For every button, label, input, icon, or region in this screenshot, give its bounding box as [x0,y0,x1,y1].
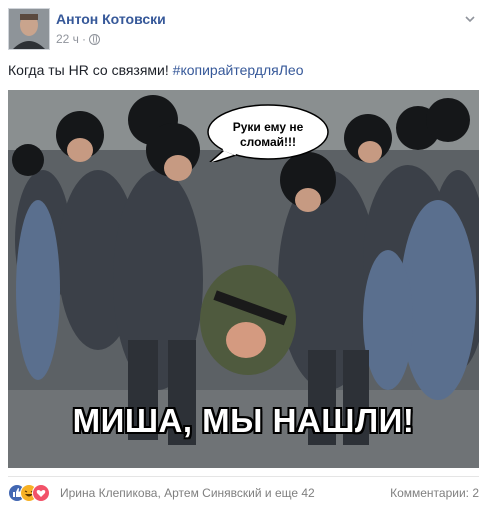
post-text-body: Когда ты HR со связями! [8,62,173,78]
photo-caption: МИША, МЫ НАШЛИ! [72,402,415,439]
hashtag-link[interactable]: #копирайтердляЛео [173,62,304,78]
speech-bubble-text: Руки ему не сломай!!! [206,120,330,150]
speech-bubble: Руки ему не сломай!!! [206,102,330,162]
post-photo[interactable]: Руки ему не сломай!!! МИША, МЫ НАШЛИ! [8,90,479,468]
love-icon [32,484,50,502]
reactions-summary[interactable] [8,484,58,502]
globe-icon [88,33,100,45]
post-footer: Ирина Клепикова, Артем Синявский и еще 4… [8,476,479,505]
chevron-down-icon[interactable] [463,12,477,26]
avatar[interactable] [8,8,50,50]
facebook-post: Антон Котовски 22 ч · Когда ты HR со свя… [0,0,487,506]
speech-line-2: сломай!!! [239,135,297,149]
reactor-names[interactable]: Ирина Клепикова, Артем Синявский и еще 4… [60,486,315,500]
post-header: Антон Котовски 22 ч · [8,8,479,54]
post-meta: 22 ч · [56,32,100,46]
post-text: Когда ты HR со связями! #копирайтердляЛе… [8,62,304,78]
post-time[interactable]: 22 ч [56,32,79,46]
author-name[interactable]: Антон Котовски [56,11,166,27]
meta-separator: · [81,32,86,46]
speech-line-1: Руки ему не [232,120,304,134]
comments-count[interactable]: Комментарии: 2 [390,486,479,500]
